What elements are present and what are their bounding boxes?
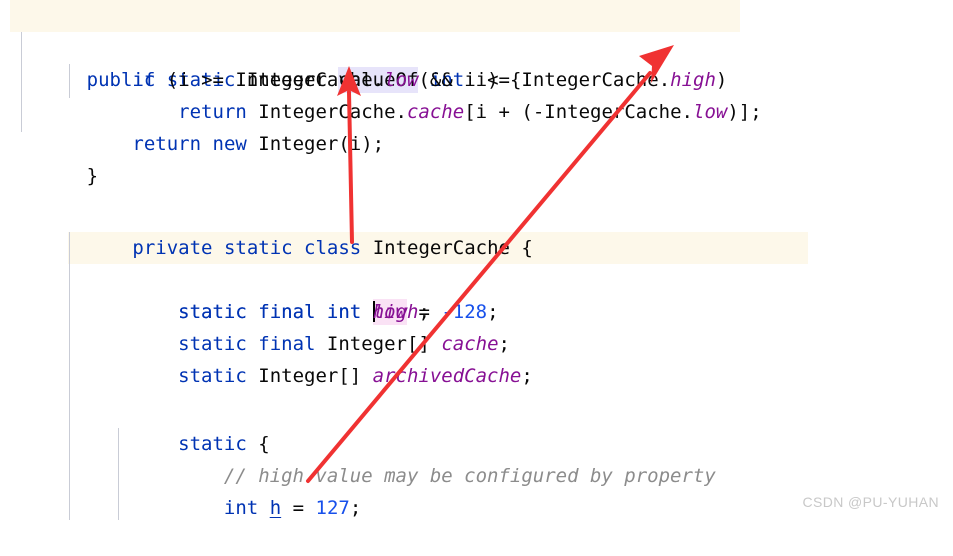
indent-guide-1	[21, 32, 22, 132]
token-type-IntegerCache-decl: IntegerCache	[372, 237, 510, 259]
token-type-Integer-arr-a: Integer[]	[326, 333, 430, 355]
token-keyword-new: new	[212, 133, 247, 155]
token-assign-b: =	[292, 497, 316, 519]
token-type-IntegerCache-b: IntegerCache	[521, 69, 659, 91]
token-number-neg128: -128	[441, 301, 488, 323]
code-line-16-text: int h = 127;	[69, 492, 362, 524]
token-dot-b: .	[658, 69, 671, 91]
token-keyword-private: private	[132, 237, 213, 259]
code-line-10-text: static final int high;	[69, 296, 430, 328]
token-type-Integer-arr-b: Integer[]	[258, 365, 362, 387]
token-semicolon-c: ;	[498, 333, 510, 355]
token-keyword-int-c: int	[326, 301, 362, 323]
token-open-brace-class: {	[509, 237, 533, 259]
token-semicolon-a: ;	[487, 301, 499, 323]
token-field-high-a: high	[670, 69, 716, 91]
token-semicolon-e: ;	[349, 497, 362, 519]
token-cond-mid: && i <=	[418, 69, 522, 91]
code-line-8[interactable]: private static class IntegerCache {	[0, 200, 953, 259]
code-line-8-text: private static class IntegerCache {	[69, 232, 533, 264]
token-index-close: )];	[727, 101, 762, 123]
code-line-10[interactable]: static final int high;	[0, 264, 953, 323]
token-open-brace-static: {	[246, 433, 270, 455]
token-close-brace-method: }	[86, 165, 99, 187]
token-cond-close: )	[715, 69, 728, 91]
token-number-127: 127	[315, 497, 350, 519]
token-keyword-static-e: static	[178, 333, 247, 355]
token-keyword-static-b: static	[223, 237, 293, 259]
code-line-4-text: return new Integer(i);	[69, 128, 384, 160]
token-keyword-static-d: static	[178, 301, 247, 323]
token-semicolon-b: ;	[418, 301, 430, 323]
token-field-cache-decl: cache	[441, 333, 499, 355]
token-keyword-class: class	[304, 237, 362, 259]
token-field-low-a: low	[384, 69, 419, 91]
token-ctor-args: (i);	[338, 133, 385, 155]
code-editor[interactable]: public static Integer valueOf(int i) { i…	[0, 0, 953, 520]
token-field-archivedCache-decl: archivedCache	[372, 365, 522, 387]
code-line-14[interactable]: static {	[0, 396, 953, 455]
code-line-14-text: static {	[69, 428, 270, 460]
token-semicolon-d: ;	[521, 365, 533, 387]
token-field-cache-a: cache	[406, 101, 465, 123]
current-line-band	[10, 0, 740, 32]
code-line-6-text	[69, 192, 98, 224]
token-keyword-final-c: final	[258, 333, 316, 355]
code-line-1[interactable]: public static Integer valueOf(int i) {	[0, 0, 953, 93]
token-dot-a: .	[372, 69, 385, 91]
token-field-low-b: low	[693, 101, 728, 123]
token-keyword-int-d: int	[223, 497, 259, 519]
code-line-11-text: static final Integer[] cache;	[69, 328, 510, 360]
token-var-h: h	[269, 497, 282, 519]
token-type-Integer-b: Integer	[258, 133, 339, 155]
code-line-2-text: if (i >= IntegerCache.low && i <= Intege…	[69, 64, 728, 96]
token-index-open: [i + (-	[464, 101, 545, 123]
code-line-2[interactable]: if (i >= IntegerCache.low && i <= Intege…	[0, 32, 953, 91]
token-type-IntegerCache-c: IntegerCache	[258, 101, 396, 123]
code-line-12-text: static Integer[] archivedCache;	[69, 360, 533, 392]
token-keyword-static-block: static	[178, 433, 247, 455]
token-keyword-return-a: return	[178, 101, 247, 123]
token-dot-c: .	[395, 101, 407, 123]
token-comment-high-value: // high value may be configured by prope…	[223, 465, 716, 487]
code-line-15-text: // high value may be configured by prope…	[69, 460, 716, 492]
token-cond-open: (i >=	[166, 69, 236, 91]
code-line-5-text: }	[69, 160, 98, 192]
token-keyword-final-b: final	[258, 301, 316, 323]
csdn-watermark: CSDN @PU-YUHAN	[802, 494, 939, 510]
token-keyword-if: if	[132, 69, 156, 91]
token-type-IntegerCache-d: IntegerCache	[544, 101, 682, 123]
token-keyword-static-f: static	[178, 365, 247, 387]
token-field-high-decl: high	[372, 301, 419, 323]
token-type-IntegerCache-a: IntegerCache	[235, 69, 373, 91]
token-keyword-return-b: return	[132, 133, 202, 155]
code-line-6[interactable]	[0, 160, 953, 192]
code-line-13-text	[69, 392, 98, 424]
code-line-3-text: return IntegerCache.cache[i + (-IntegerC…	[69, 96, 762, 128]
token-dot-d: .	[681, 101, 693, 123]
